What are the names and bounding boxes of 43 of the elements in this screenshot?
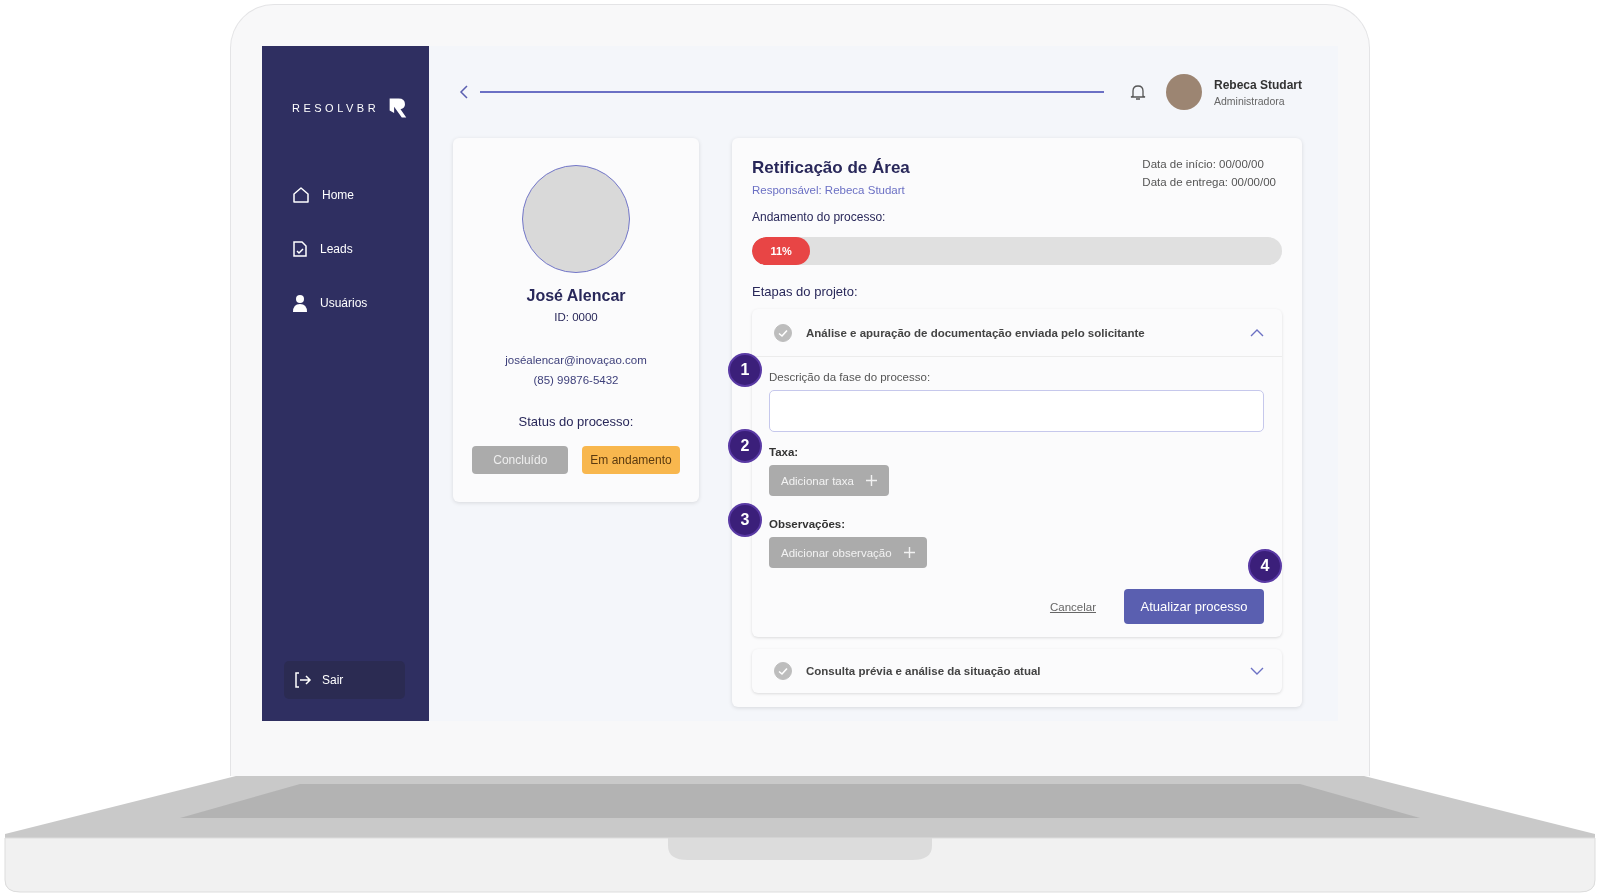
user-icon xyxy=(292,294,308,312)
update-process-button[interactable]: Atualizar processo xyxy=(1124,589,1264,624)
plus-icon xyxy=(903,547,915,558)
stages-label: Etapas do projeto: xyxy=(752,284,859,299)
logout-icon xyxy=(294,672,312,688)
tax-label: Taxa: xyxy=(769,446,799,458)
avatar-circle xyxy=(1165,74,1202,110)
step-number-badge: 2 xyxy=(728,429,762,463)
nav-item[interactable]: Leads xyxy=(284,222,407,276)
chevron-down-icon[interactable] xyxy=(1250,667,1264,675)
description-field[interactable] xyxy=(769,390,1264,432)
cancel-link[interactable]: Cancelar xyxy=(1049,600,1096,613)
step-number-badge: 3 xyxy=(728,503,762,537)
chevron-up-icon[interactable] xyxy=(1250,328,1264,337)
client-id: ID: 0000 xyxy=(554,311,598,323)
plus-icon xyxy=(865,475,877,486)
nav-item[interactable]: Home xyxy=(284,168,407,222)
date-text: Data de início: 00/00/00 xyxy=(1142,158,1265,170)
bell-icon[interactable] xyxy=(1129,83,1146,101)
document-check-icon xyxy=(292,240,308,258)
stage-title[interactable]: Consulta prévia e análise da situação atual xyxy=(806,665,1236,677)
logo-text: RESOLVBR xyxy=(292,102,380,114)
notes-label: Observações: xyxy=(769,518,846,530)
status-button[interactable]: Em andamento xyxy=(582,446,680,474)
client-name: José Alencar xyxy=(526,287,626,305)
back-chevron-icon[interactable] xyxy=(459,85,468,99)
date-text: Data de entrega: 00/00/00 xyxy=(1142,176,1276,188)
responsible-text: Responsável: Rebeca Studart xyxy=(752,184,906,196)
stage-title[interactable]: Análise e apuração de documentação enviada pelo solicitante xyxy=(806,326,1236,339)
client-phone: (85) 99876-5432 xyxy=(533,374,619,386)
client-email: joséalencar@inovaçao.com xyxy=(505,354,647,366)
user-role: Administradora xyxy=(1213,94,1286,107)
nav-item[interactable]: Usuários xyxy=(284,276,407,330)
home-icon xyxy=(292,186,310,204)
step-number-badge: 4 xyxy=(1248,549,1282,583)
status-label: Status do processo: xyxy=(518,414,634,429)
progress-fill: 11% xyxy=(752,237,811,265)
user-name: Rebeca Studart xyxy=(1213,77,1302,92)
progress-label: Andamento do processo: xyxy=(752,210,887,224)
logout-button[interactable]: Sair xyxy=(284,661,405,699)
description-label: Descrição da fase do processo: xyxy=(769,371,931,383)
step-number-badge: 1 xyxy=(728,353,762,387)
process-title: Retificação de Área xyxy=(752,158,910,178)
